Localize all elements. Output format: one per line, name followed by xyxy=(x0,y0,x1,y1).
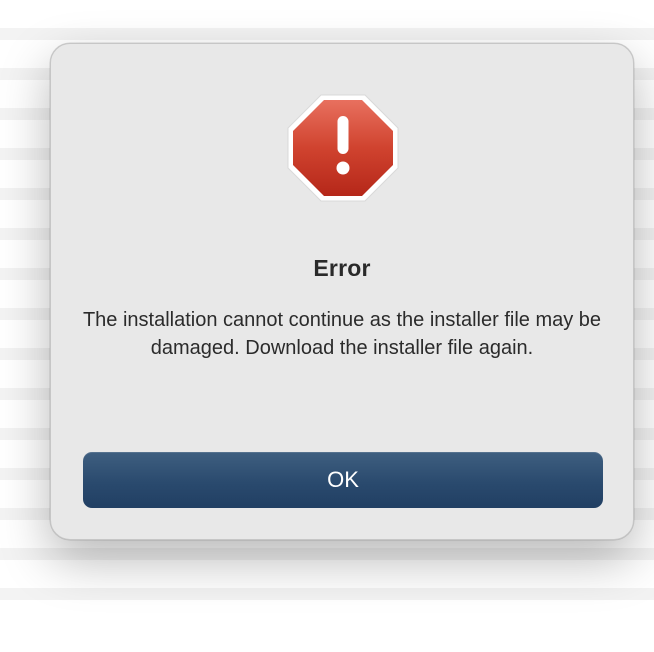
ok-button[interactable]: OK xyxy=(83,452,603,508)
stop-sign-exclamation-icon xyxy=(287,94,399,202)
error-dialog: Error The installation cannot continue a… xyxy=(50,43,634,540)
background-top xyxy=(0,0,654,28)
background-bottom xyxy=(0,626,654,652)
dialog-title: Error xyxy=(313,255,371,281)
dialog-message: The installation cannot continue as the … xyxy=(82,309,602,359)
